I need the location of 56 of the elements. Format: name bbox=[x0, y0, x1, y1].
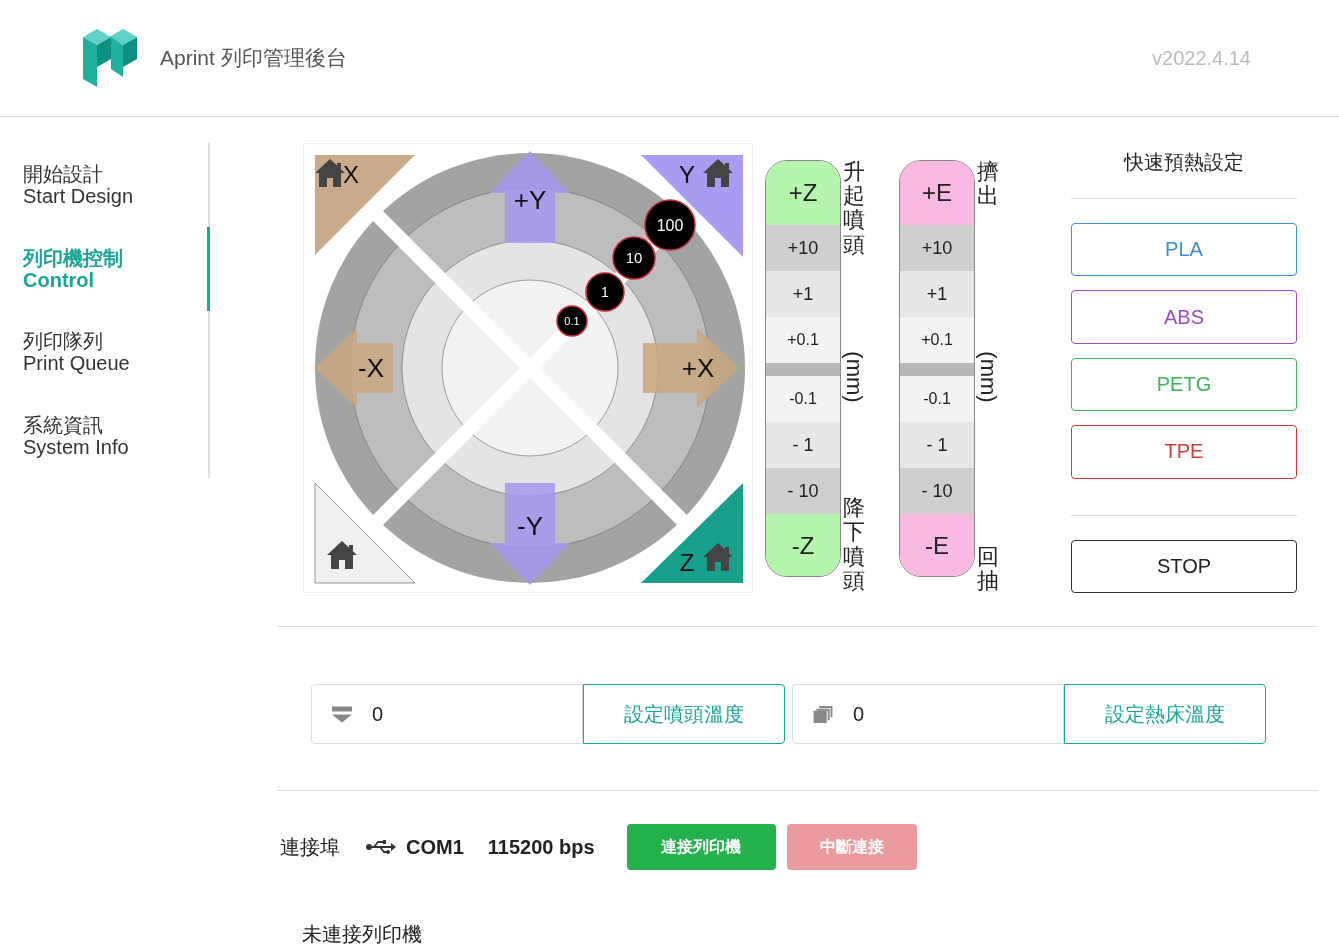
jog-arrow-button[interactable]: -Y bbox=[490, 483, 570, 585]
unit-label: (mm) bbox=[975, 350, 1001, 403]
axis-step-button[interactable]: +0.1 bbox=[766, 317, 840, 363]
axis-step-button[interactable]: +1 bbox=[766, 271, 840, 317]
home-button[interactable]: Z bbox=[641, 483, 743, 583]
app-title: Aprint 列印管理後台 bbox=[160, 45, 347, 71]
axis-step-button[interactable]: -0.1 bbox=[900, 376, 974, 422]
axis-step-button[interactable]: - 10 bbox=[900, 468, 974, 514]
home-icon bbox=[703, 159, 733, 187]
step-button[interactable]: 0.1 bbox=[556, 305, 588, 337]
baud-rate: 115200 bps bbox=[487, 835, 595, 859]
axis-top-label: 擠出 bbox=[977, 160, 999, 209]
logo-icon bbox=[83, 29, 137, 87]
axis-step-button[interactable]: +10 bbox=[766, 225, 840, 271]
sidebar-item[interactable]: 系統資訊 System Info bbox=[0, 394, 210, 478]
axis-step-button[interactable]: - 1 bbox=[900, 422, 974, 468]
axis-step-button[interactable]: +10 bbox=[900, 225, 974, 271]
axis-step-button[interactable]: - 1 bbox=[766, 422, 840, 468]
step-button[interactable]: 1 bbox=[585, 272, 625, 312]
layers-icon bbox=[813, 705, 833, 723]
port-label: 連接埠 bbox=[280, 834, 340, 860]
sidebar-item[interactable]: 開始設計 Start Design bbox=[0, 143, 210, 227]
axis-top-label: 升起噴頭 bbox=[843, 160, 865, 257]
jog-arrow-button[interactable]: +Y bbox=[490, 151, 570, 243]
axis-step-button[interactable]: +0.1 bbox=[900, 317, 974, 363]
jog-arrow-button[interactable]: +X bbox=[643, 328, 739, 408]
unit-label: (mm) bbox=[841, 350, 867, 403]
jog-arrow-button[interactable]: -X bbox=[315, 328, 393, 408]
nozzle-icon bbox=[332, 705, 352, 723]
home-icon bbox=[327, 541, 357, 569]
axis-step-button[interactable]: +1 bbox=[900, 271, 974, 317]
temperature-field[interactable]: 0 bbox=[792, 684, 1064, 744]
version-label: v2022.4.14 bbox=[1152, 46, 1251, 70]
port-value: COM1 bbox=[406, 835, 464, 859]
step-button[interactable]: 100 bbox=[644, 199, 696, 251]
axis-step-button[interactable]: -Z bbox=[766, 514, 840, 576]
sidebar-item[interactable]: 列印隊列 Print Queue bbox=[0, 310, 210, 395]
preheat-title: 快速預熱設定 bbox=[1122, 150, 1245, 175]
axis-bottom-label: 降下噴頭 bbox=[843, 496, 865, 593]
axis-step-button[interactable]: +E bbox=[900, 161, 974, 225]
preset-button[interactable]: ABS bbox=[1071, 290, 1297, 344]
home-button[interactable]: X bbox=[315, 155, 415, 255]
temperature-field[interactable]: 0 bbox=[311, 684, 583, 744]
usb-icon bbox=[366, 840, 396, 854]
home-icon bbox=[703, 543, 733, 571]
axis-step-button[interactable]: +Z bbox=[766, 161, 840, 225]
preset-button[interactable]: TPE bbox=[1071, 425, 1297, 479]
axis-step-button[interactable]: - 10 bbox=[766, 468, 840, 514]
home-button[interactable] bbox=[314, 482, 416, 584]
status-text: 未連接列印機 bbox=[302, 922, 422, 945]
axis-bottom-label: 回抽 bbox=[977, 544, 999, 593]
step-button[interactable]: 10 bbox=[612, 236, 656, 280]
axis-step-button[interactable]: -E bbox=[900, 514, 974, 576]
home-icon bbox=[315, 159, 345, 187]
stop-button[interactable]: STOP bbox=[1071, 539, 1297, 594]
axis-step-button[interactable]: -0.1 bbox=[766, 376, 840, 422]
